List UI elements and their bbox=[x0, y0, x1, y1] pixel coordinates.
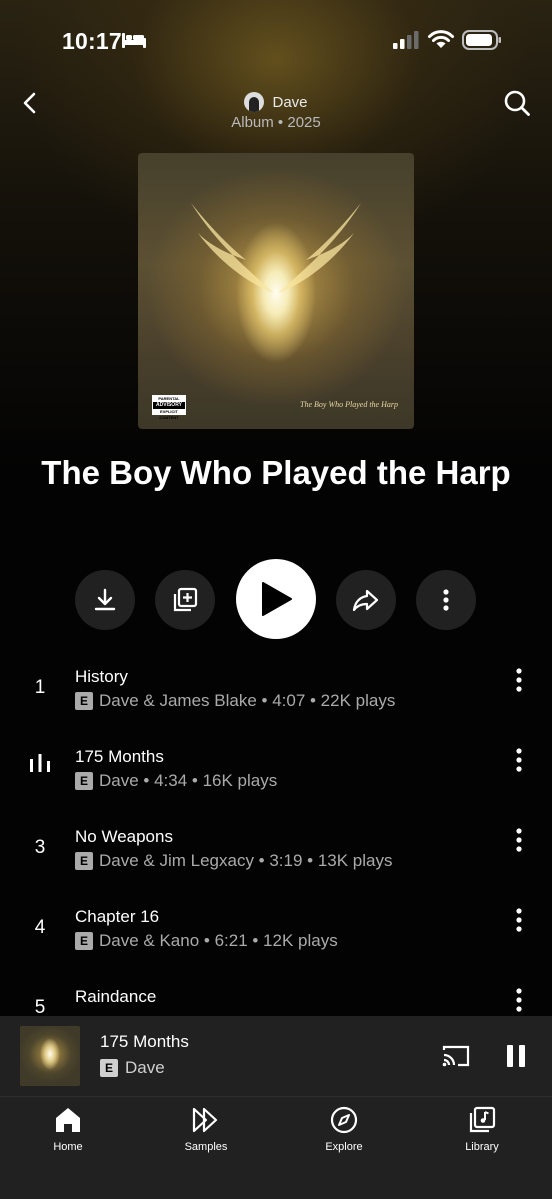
explicit-badge: E bbox=[75, 932, 93, 950]
more-vert-icon[interactable] bbox=[506, 747, 532, 773]
share-button[interactable] bbox=[336, 570, 396, 630]
track-title: No Weapons bbox=[75, 827, 173, 846]
track-meta: E Dave & Kano • 6:21 • 12K plays bbox=[75, 931, 338, 951]
nav-explore-label: Explore bbox=[325, 1141, 363, 1153]
artist-avatar bbox=[244, 92, 265, 112]
track-row[interactable]: 4 Chapter 16 E Dave & Kano • 6:21 • 12K … bbox=[0, 907, 552, 987]
download-button[interactable] bbox=[75, 570, 135, 630]
track-info: Dave & Jim Legxacy • 3:19 • 13K plays bbox=[99, 851, 393, 870]
track-number: 3 bbox=[34, 837, 46, 858]
album-title: The Boy Who Played the Harp bbox=[41, 454, 511, 491]
mini-player-meta: E Dave bbox=[100, 1058, 165, 1078]
album-screen: 10:17 Dave Album • 2025 PARENTAL ADVISOR… bbox=[0, 0, 552, 1199]
add-to-playlist-button[interactable] bbox=[155, 570, 215, 630]
explicit-badge: E bbox=[100, 1059, 118, 1077]
track-number: 1 bbox=[34, 677, 46, 698]
artist-link[interactable]: Dave bbox=[0, 92, 552, 112]
track-meta: E Dave & James Blake • 4:07 • 22K plays bbox=[75, 691, 395, 711]
bottom-navigation: Home Samples Explore Library bbox=[0, 1096, 552, 1199]
home-icon bbox=[56, 1108, 80, 1132]
album-subtitle: Album • 2025 bbox=[231, 114, 321, 131]
more-vert-icon[interactable] bbox=[506, 987, 532, 1013]
track-title: History bbox=[75, 667, 128, 686]
mini-player-artist: Dave bbox=[125, 1058, 165, 1077]
explicit-badge: E bbox=[75, 772, 93, 790]
artist-name: Dave bbox=[272, 93, 308, 111]
cover-title-text: The Boy Who Played the Harp bbox=[300, 400, 398, 409]
nav-samples-label: Samples bbox=[184, 1141, 228, 1153]
nav-samples[interactable]: Samples bbox=[156, 1105, 256, 1153]
cover-wing-right bbox=[278, 203, 361, 293]
nav-explore[interactable]: Explore bbox=[294, 1105, 394, 1153]
more-vert-icon bbox=[443, 589, 449, 611]
download-icon bbox=[94, 588, 116, 611]
track-title: 175 Months bbox=[75, 747, 164, 766]
mini-player[interactable]: 175 Months E Dave bbox=[0, 1016, 552, 1096]
now-playing-equalizer-icon bbox=[30, 754, 50, 772]
nav-home-label: Home bbox=[53, 1141, 83, 1153]
more-vert-icon[interactable] bbox=[506, 667, 532, 693]
parental-advisory-label: PARENTAL ADVISORY EXPLICIT CONTENT bbox=[152, 395, 186, 420]
track-row[interactable]: 3 No Weapons E Dave & Jim Legxacy • 3:19… bbox=[0, 827, 552, 907]
explicit-badge: E bbox=[75, 852, 93, 870]
nav-library-label: Library bbox=[465, 1141, 499, 1153]
explicit-badge: E bbox=[75, 692, 93, 710]
samples-icon bbox=[192, 1107, 218, 1133]
play-icon bbox=[262, 582, 292, 616]
track-title: Raindance bbox=[75, 987, 157, 1006]
status-time: 10:17 bbox=[62, 28, 122, 54]
track-info: Dave • 4:34 • 16K plays bbox=[99, 771, 278, 790]
track-number: 4 bbox=[34, 917, 46, 938]
more-vert-icon[interactable] bbox=[506, 827, 532, 853]
add-to-playlist-icon bbox=[173, 587, 198, 612]
track-info: Dave & James Blake • 4:07 • 22K plays bbox=[99, 691, 396, 710]
share-icon bbox=[352, 589, 379, 612]
album-cover: PARENTAL ADVISORY EXPLICIT CONTENT The B… bbox=[138, 153, 414, 429]
wifi-icon bbox=[428, 30, 454, 48]
mini-player-title: 175 Months bbox=[100, 1032, 189, 1051]
track-title: Chapter 16 bbox=[75, 907, 160, 926]
explore-icon bbox=[330, 1106, 358, 1134]
track-info: Dave & Kano • 6:21 • 12K plays bbox=[99, 931, 338, 950]
track-meta: E Dave • 4:34 • 16K plays bbox=[75, 771, 277, 791]
track-row[interactable]: 1 History E Dave & James Blake • 4:07 • … bbox=[0, 667, 552, 747]
cast-icon[interactable] bbox=[441, 1043, 471, 1069]
more-vert-icon[interactable] bbox=[506, 907, 532, 933]
status-bar: 10:17 bbox=[0, 0, 552, 80]
cellular-signal-icon bbox=[393, 31, 419, 49]
mini-player-artwork bbox=[20, 1026, 80, 1086]
pause-icon[interactable] bbox=[503, 1043, 529, 1069]
nav-home[interactable]: Home bbox=[18, 1105, 118, 1153]
more-options-button[interactable] bbox=[416, 570, 476, 630]
search-icon[interactable] bbox=[503, 89, 531, 117]
battery-icon bbox=[462, 30, 501, 50]
play-button[interactable] bbox=[236, 559, 316, 639]
track-row[interactable]: 175 Months E Dave • 4:34 • 16K plays bbox=[0, 747, 552, 827]
cover-wing-left bbox=[191, 203, 274, 293]
nav-library[interactable]: Library bbox=[432, 1105, 532, 1153]
library-icon bbox=[469, 1106, 496, 1133]
track-meta: E Dave & Jim Legxacy • 3:19 • 13K plays bbox=[75, 851, 393, 871]
bed-icon bbox=[122, 33, 146, 48]
